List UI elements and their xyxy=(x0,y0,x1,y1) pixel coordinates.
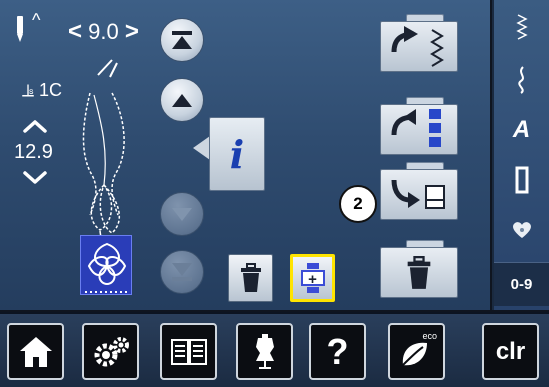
info-button[interactable]: i xyxy=(209,117,265,191)
memory-stitches-icon xyxy=(391,109,441,147)
chevron-left-icon[interactable]: < xyxy=(68,18,82,45)
eco-label: eco xyxy=(422,331,437,341)
stitch-folder-button[interactable] xyxy=(380,14,458,72)
stitch-edit-panel: ^ < 9.0 > ⫡ 1C 12.9 i + 2 xyxy=(0,0,490,310)
presser-foot-indicator[interactable]: ⫡ 1C xyxy=(22,80,62,101)
stitch-width-control[interactable]: < 9.0 > xyxy=(68,18,139,46)
pattern-start-icon xyxy=(172,31,192,49)
home-button[interactable] xyxy=(7,323,64,380)
chevron-down-icon[interactable] xyxy=(22,170,48,186)
save-folder-button[interactable] xyxy=(380,162,458,220)
home-icon xyxy=(19,336,52,367)
needle-icon[interactable] xyxy=(14,16,26,42)
info-icon: i xyxy=(229,131,245,177)
pattern-start-button[interactable] xyxy=(160,18,204,62)
return-stitch-icon xyxy=(391,26,444,67)
zigzag-stitch-icon xyxy=(515,14,528,40)
delete-button[interactable] xyxy=(228,254,273,302)
help-button[interactable]: ? xyxy=(309,323,366,380)
alphabets-button[interactable]: A xyxy=(494,110,549,150)
chevron-up-icon[interactable] xyxy=(22,118,48,134)
info-pointer xyxy=(193,136,210,160)
eco-button[interactable]: eco xyxy=(388,323,445,380)
practical-stitches-button[interactable] xyxy=(494,8,549,48)
heart-icon xyxy=(512,222,531,238)
trash-icon xyxy=(240,263,261,292)
triangle-up-icon xyxy=(172,94,192,107)
stitch-length-value: 12.9 xyxy=(14,141,53,163)
combination-mode-button[interactable]: + xyxy=(290,254,335,302)
book-icon xyxy=(170,338,207,365)
current-stitch-tile[interactable] xyxy=(80,235,132,295)
combination-plus-label: + xyxy=(308,271,317,288)
personal-program-button[interactable] xyxy=(494,210,549,250)
sewing-machine-screen: ^ < 9.0 > ⫡ 1C 12.9 i + 2 A 0-9 ? eco cl… xyxy=(0,0,549,387)
chevron-right-icon[interactable]: > xyxy=(125,18,139,45)
buttonhole-icon xyxy=(515,166,528,194)
stitch-number-button[interactable]: 0-9 xyxy=(494,262,549,306)
scroll-up-button[interactable] xyxy=(160,78,204,122)
triangle-down-icon xyxy=(172,208,192,221)
dress-form-icon xyxy=(255,333,274,369)
presser-foot-label: 1C xyxy=(39,80,63,100)
memory-folder-button[interactable] xyxy=(380,97,458,155)
setup-button[interactable] xyxy=(82,323,139,380)
tutorial-button[interactable] xyxy=(160,323,217,380)
needle-up-icon[interactable]: ^ xyxy=(32,10,40,31)
pattern-end-icon xyxy=(172,263,192,281)
gear-icon xyxy=(94,336,129,366)
buttonholes-button[interactable] xyxy=(494,160,549,200)
scroll-down-button[interactable] xyxy=(160,192,204,236)
trash-icon xyxy=(407,256,431,289)
stitch-width-value: 9.0 xyxy=(88,19,119,44)
stitch-category-bar: A 0-9 xyxy=(492,0,549,310)
presser-foot-icon: ⫡ xyxy=(22,80,35,100)
sewing-consultant-button[interactable] xyxy=(236,323,293,380)
callout-badge: 2 xyxy=(339,185,377,223)
scroll-bottom-button[interactable] xyxy=(160,250,204,294)
delete-folder-button[interactable] xyxy=(380,240,458,298)
clear-button[interactable]: clr xyxy=(482,323,539,380)
save-arrow-icon xyxy=(391,179,445,209)
decorative-stitch-icon xyxy=(517,66,524,94)
bottom-toolbar: ? eco clr xyxy=(0,312,549,387)
flower-stitch-icon xyxy=(85,242,129,293)
decorative-stitches-button[interactable] xyxy=(494,60,549,100)
